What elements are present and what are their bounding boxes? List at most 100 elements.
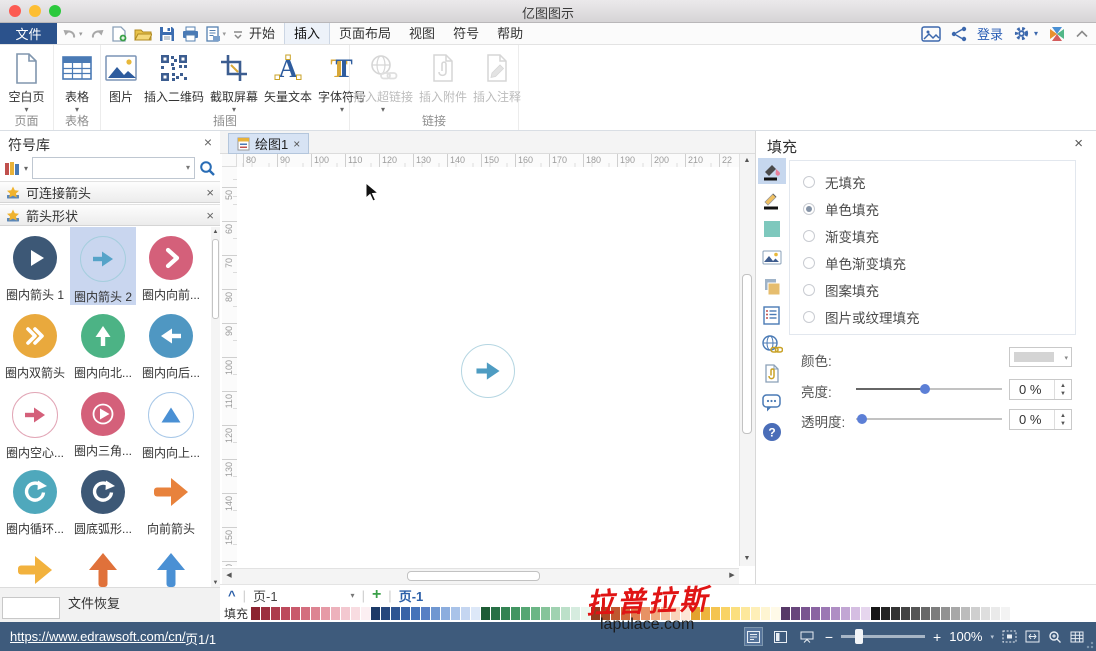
panel-tool-comment-icon[interactable] (758, 390, 786, 416)
fit-window-icon[interactable] (1025, 630, 1040, 643)
grid-icon[interactable] (1070, 631, 1084, 643)
save-button[interactable] (159, 26, 175, 42)
palette-swatch[interactable] (481, 607, 490, 620)
palette-swatch[interactable] (821, 607, 830, 620)
shape-item-圈内箭头 1[interactable]: 圈内箭头 1 (2, 227, 68, 305)
palette-swatch[interactable] (291, 607, 300, 620)
palette-swatch[interactable] (591, 607, 600, 620)
palette-swatch[interactable] (431, 607, 440, 620)
file-menu-button[interactable]: 文件 (0, 23, 57, 44)
radio-icon[interactable] (803, 230, 815, 242)
palette-swatch[interactable] (581, 607, 590, 620)
panel-tool-help-icon[interactable]: ? (758, 419, 786, 445)
settings-gear-icon[interactable] (1013, 25, 1030, 42)
ribbon-button-空白页[interactable]: 空白页▾ (5, 50, 47, 114)
fit-page-icon[interactable] (1002, 630, 1017, 643)
palette-swatch[interactable] (491, 607, 500, 620)
palette-swatch[interactable] (271, 607, 280, 620)
fill-option-图片或纹理填充[interactable]: 图片或纹理填充 (790, 303, 1075, 330)
shape-item-圈内双箭头[interactable]: 圈内双箭头 (2, 305, 68, 383)
spin-up-icon[interactable]: ▲ (1060, 412, 1066, 420)
palette-swatch[interactable] (721, 607, 730, 620)
transparency-slider[interactable] (856, 418, 1002, 420)
palette-swatch[interactable] (341, 607, 350, 620)
zoom-level[interactable]: 100% (949, 629, 982, 644)
palette-swatch[interactable] (781, 607, 790, 620)
share-icon[interactable] (951, 26, 967, 42)
palette-swatch[interactable] (891, 607, 900, 620)
undo-dropdown-icon[interactable]: ▾ (79, 30, 83, 38)
zoom-dropdown-icon[interactable]: ▾ (990, 633, 994, 641)
radio-icon[interactable] (803, 284, 815, 296)
shape-item-圆底弧形...[interactable]: 圆底弧形... (70, 461, 136, 539)
new-document-button[interactable] (112, 26, 127, 42)
palette-swatch[interactable] (531, 607, 540, 620)
palette-swatch[interactable] (261, 607, 270, 620)
shape-item-arrow[interactable] (70, 539, 136, 588)
ribbon-button-图片[interactable]: 图片 (101, 50, 141, 114)
outline-view-button[interactable] (771, 627, 790, 646)
palette-swatch[interactable] (841, 607, 850, 620)
color-dropdown[interactable]: ▾ (1009, 347, 1072, 367)
undo-button[interactable] (62, 27, 77, 40)
palette-swatch[interactable] (441, 607, 450, 620)
palette-swatch[interactable] (281, 607, 290, 620)
brightness-slider[interactable] (856, 388, 1002, 390)
menu-tab-视图[interactable]: 视图 (400, 23, 444, 44)
presentation-view-button[interactable] (798, 627, 817, 646)
ribbon-button-插入二维码[interactable]: 插入二维码 (141, 50, 207, 114)
palette-swatch[interactable] (571, 607, 580, 620)
palette-swatch[interactable] (741, 607, 750, 620)
zoom-slider-thumb[interactable] (855, 629, 863, 644)
shape-item-圈内向北...[interactable]: 圈内向北... (70, 305, 136, 383)
shape-item-圈内三角...[interactable]: 圈内三角... (70, 383, 136, 461)
close-tab-icon[interactable]: × (293, 137, 300, 151)
collapse-pagebar-icon[interactable]: ^ (228, 588, 236, 603)
scroll-down-icon[interactable]: ▼ (740, 552, 754, 566)
palette-swatch[interactable] (471, 607, 480, 620)
shape-item-arrow[interactable] (2, 539, 68, 588)
menu-tab-页面布局[interactable]: 页面布局 (330, 23, 400, 44)
palette-swatch[interactable] (831, 607, 840, 620)
edrawsoft-link[interactable]: https://www.edrawsoft.com/cn/ (10, 629, 186, 644)
palette-swatch[interactable] (301, 607, 310, 620)
palette-swatch[interactable] (1001, 607, 1010, 620)
zoom-slider[interactable] (841, 635, 925, 638)
palette-swatch[interactable] (981, 607, 990, 620)
palette-swatch[interactable] (931, 607, 940, 620)
fill-option-图案填充[interactable]: 图案填充 (790, 276, 1075, 303)
palette-swatch[interactable] (361, 607, 370, 620)
scroll-up-icon[interactable]: ▲ (740, 154, 754, 168)
palette-swatch[interactable] (391, 607, 400, 620)
palette-swatch[interactable] (701, 607, 710, 620)
shape-item-圈内向上...[interactable]: 圈内向上... (138, 383, 204, 461)
palette-swatch[interactable] (561, 607, 570, 620)
normal-view-button[interactable] (744, 627, 763, 646)
ribbon-button-表格[interactable]: 表格▾ (58, 50, 96, 114)
document-tab[interactable]: 绘图1 × (228, 133, 309, 154)
close-icon[interactable]: × (206, 208, 214, 223)
palette-swatch[interactable] (671, 607, 680, 620)
spin-up-icon[interactable]: ▲ (1060, 382, 1066, 390)
panel-tool-line-icon[interactable] (758, 187, 786, 213)
palette-swatch[interactable] (631, 607, 640, 620)
palette-swatch[interactable] (881, 607, 890, 620)
palette-swatch[interactable] (661, 607, 670, 620)
scrollbar-thumb[interactable] (407, 571, 540, 581)
scroll-up-icon[interactable]: ▲ (211, 227, 220, 237)
menu-tab-帮助[interactable]: 帮助 (488, 23, 532, 44)
library-dropdown-icon[interactable]: ▾ (24, 164, 28, 173)
panel-tool-picture-icon[interactable] (758, 245, 786, 271)
zoom-out-button[interactable]: − (825, 629, 833, 645)
circled-arrow-shape[interactable] (461, 344, 515, 398)
palette-swatch[interactable] (411, 607, 420, 620)
shape-item-圈内箭头 2[interactable]: 圈内箭头 2 (70, 227, 136, 305)
login-link[interactable]: 登录 (977, 24, 1003, 43)
palette-swatch[interactable] (971, 607, 980, 620)
ribbon-button-矢量文本[interactable]: A矢量文本 (261, 50, 315, 114)
palette-swatch[interactable] (901, 607, 910, 620)
shape-item-圈内向后...[interactable]: 圈内向后... (138, 305, 204, 383)
shape-item-圈内向前...[interactable]: 圈内向前... (138, 227, 204, 305)
palette-swatch[interactable] (711, 607, 720, 620)
radio-icon[interactable] (803, 257, 815, 269)
